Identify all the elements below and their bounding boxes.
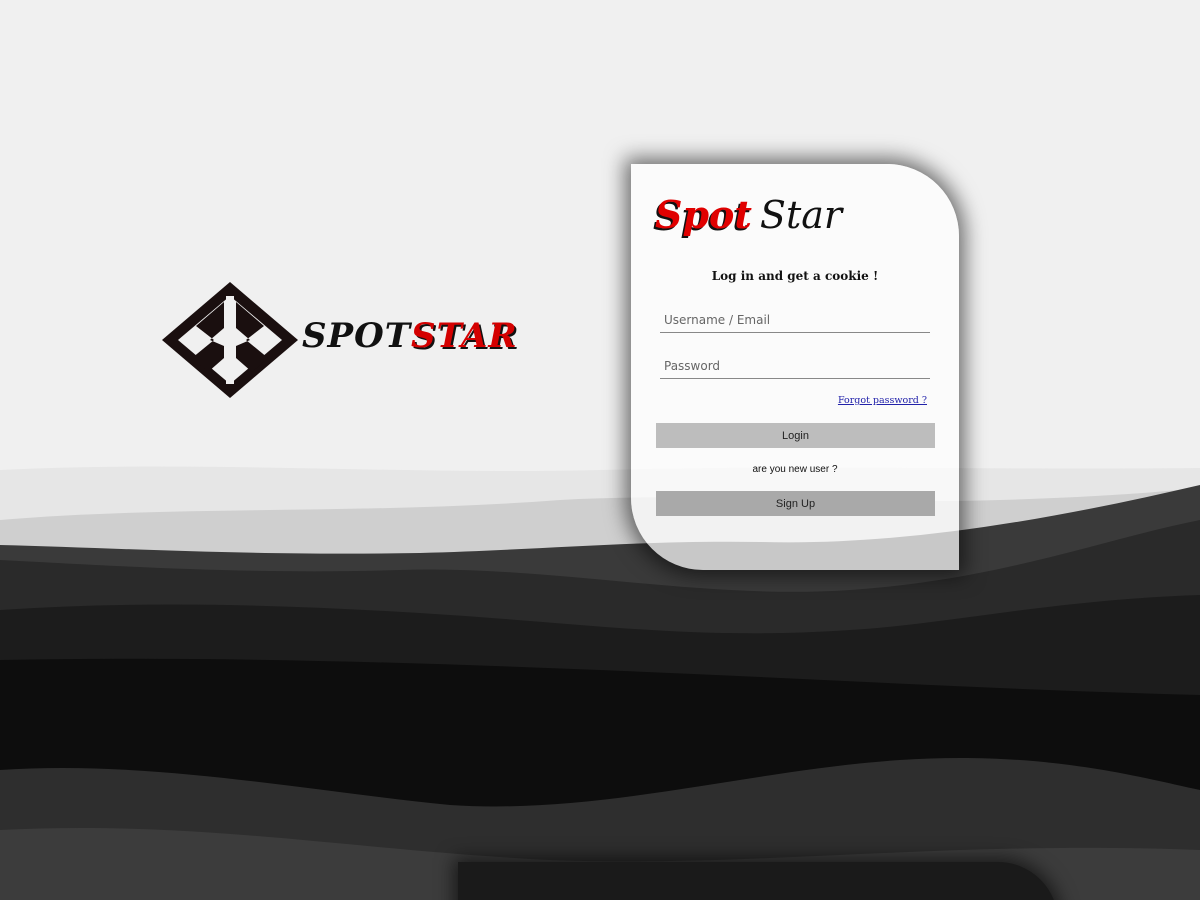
login-tagline: Log in and get a cookie ! xyxy=(711,269,879,283)
signup-button[interactable]: Sign Up xyxy=(656,491,935,516)
login-page: SPOTSTAR Spot Star Log in and get a cooki… xyxy=(0,0,1200,900)
login-card: SpotStar Log in and get a cookie ! Forgo… xyxy=(631,164,959,570)
brand-word-spot: SPOT xyxy=(302,316,412,356)
new-user-prompt: are you new user ? xyxy=(752,464,838,475)
card-logo-star: Star xyxy=(759,193,843,237)
bottom-panel xyxy=(458,862,1058,900)
card-logo-spot: Spot xyxy=(655,192,752,237)
mountain-background xyxy=(0,0,1200,900)
username-input[interactable] xyxy=(660,307,930,333)
card-logo: Spot Star xyxy=(655,192,842,237)
brand-wordmark: SPOTSTAR xyxy=(302,316,518,356)
forgot-password-link[interactable]: Forgot password ? xyxy=(838,395,927,406)
password-input[interactable] xyxy=(660,353,930,379)
brand-logo: SPOTSTAR xyxy=(162,282,522,402)
login-button[interactable]: Login xyxy=(656,423,935,448)
spotstar-emblem-icon xyxy=(162,282,298,398)
brand-word-star: STAR xyxy=(411,316,518,356)
